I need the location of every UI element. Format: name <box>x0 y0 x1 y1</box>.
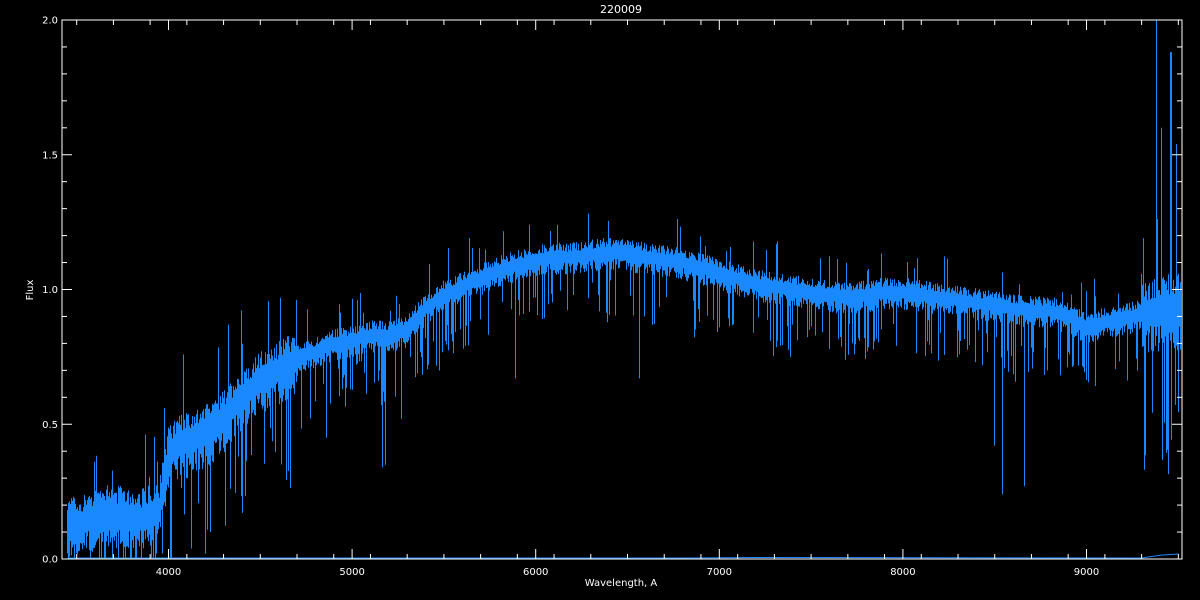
x-tick-label: 8000 <box>890 567 915 578</box>
x-axis-label: Wavelength, A <box>585 578 658 589</box>
x-tick-label: 9000 <box>1074 567 1099 578</box>
x-tick-label: 5000 <box>339 567 364 578</box>
y-tick-label: 0.5 <box>42 420 58 431</box>
y-tick-label: 2.0 <box>42 16 58 27</box>
x-tick-label: 6000 <box>523 567 548 578</box>
chart-title: 220009 <box>600 3 642 16</box>
y-axis-label: Flux <box>25 280 36 301</box>
x-tick-label: 7000 <box>707 567 732 578</box>
y-tick-label: 0.0 <box>42 555 58 566</box>
spectrum-chart: 220009 4000 5000 6000 7000 8000 9000 0.0 0.5 1.0… <box>0 0 1200 600</box>
y-tick-label: 1.5 <box>42 150 58 161</box>
x-tick-label: 4000 <box>156 567 181 578</box>
y-tick-label: 1.0 <box>42 285 58 296</box>
